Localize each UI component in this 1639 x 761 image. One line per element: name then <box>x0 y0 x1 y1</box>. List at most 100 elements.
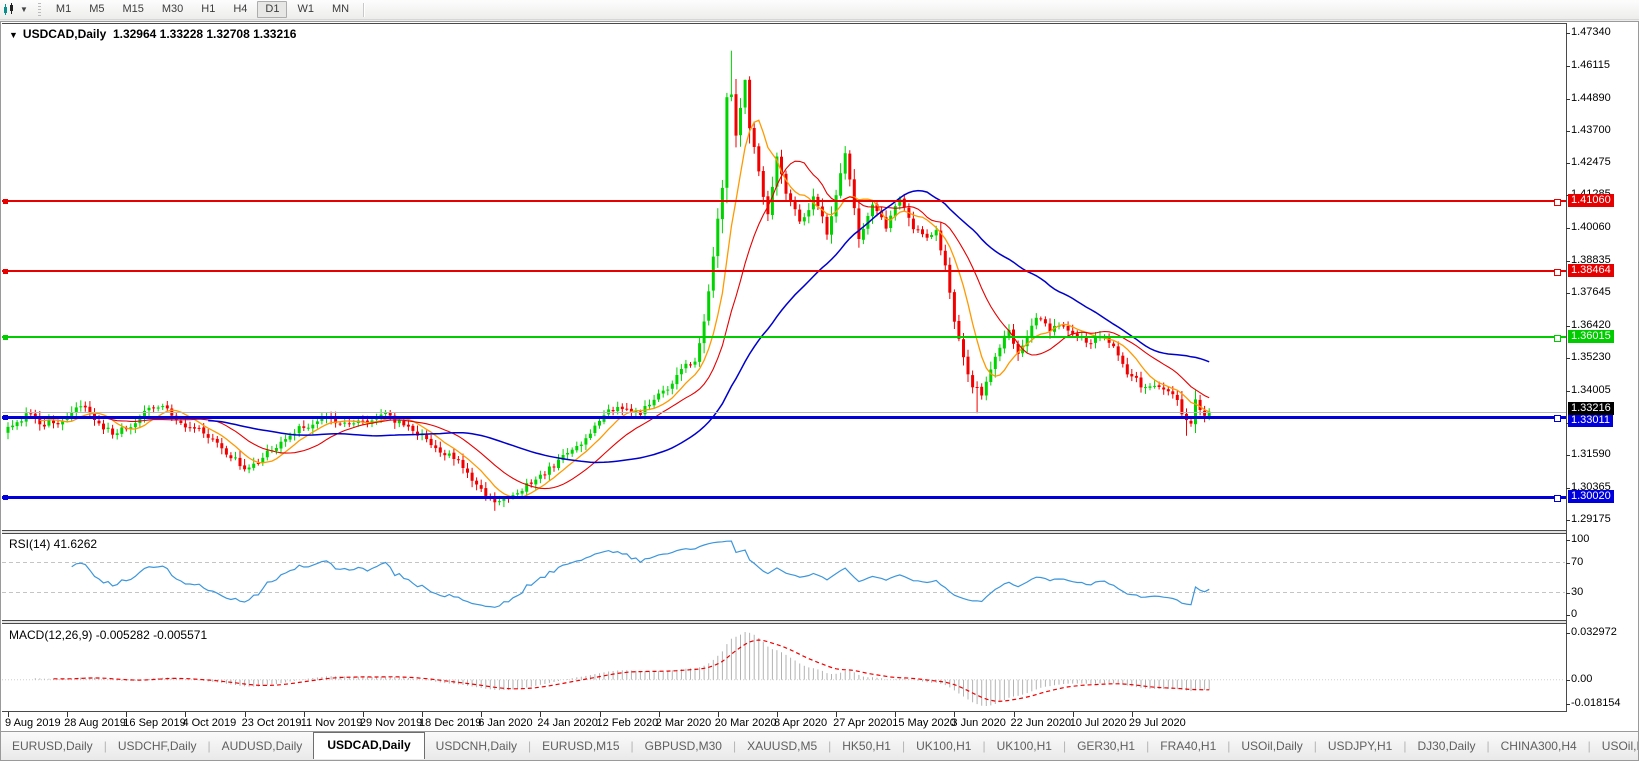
line-anchor-right[interactable] <box>1554 415 1561 423</box>
date-axis-label: 29 Jul 2020 <box>1128 717 1186 729</box>
timeframe-button-mn[interactable]: MN <box>324 1 357 18</box>
chart-tab-usdjpy-h1[interactable]: USDJPY,H1 <box>1317 735 1403 757</box>
price-axis-label: 1.37645 <box>1571 285 1611 298</box>
chart-tab-hk50-h1[interactable]: HK50,H1 <box>831 735 902 757</box>
horizontal-line-1.41060[interactable] <box>2 200 1566 203</box>
line-anchor-right[interactable] <box>1554 334 1561 342</box>
macd-pane-bottom-border <box>2 711 1566 712</box>
date-axis-label: 22 Jun 2020 <box>1010 717 1072 729</box>
timeframe-button-w1[interactable]: W1 <box>289 1 322 18</box>
macd-axis-label: 0.032972 <box>1571 626 1617 638</box>
timeframe-button-m1[interactable]: M1 <box>48 1 79 18</box>
chart-tab-xauusd-m5[interactable]: XAUUSD,M5 <box>736 735 828 757</box>
line-price-label: 1.30020 <box>1568 490 1614 504</box>
date-axis-label: 2 Mar 2020 <box>655 717 712 729</box>
rsi-canvas[interactable] <box>2 534 1565 620</box>
macd-indicator-label: MACD(12,26,9) -0.005282 -0.005571 <box>9 628 208 642</box>
line-anchor-right[interactable] <box>1554 199 1561 207</box>
price-axis-label: 1.47340 <box>1571 26 1611 38</box>
date-axis-label: 20 Mar 2020 <box>714 717 777 729</box>
chart-type-icon[interactable] <box>1 2 19 17</box>
timeframe-button-m5[interactable]: M5 <box>81 1 112 18</box>
chart-tabs: EURUSD,Daily | USDCHF,Daily | AUDUSD,Daily US… <box>1 732 1638 759</box>
chart-tab-fra40-h1[interactable]: FRA40,H1 <box>1149 735 1227 757</box>
line-anchor-left[interactable] <box>3 268 8 274</box>
date-axis-label: 8 Apr 2020 <box>773 717 828 729</box>
macd-axis-tick <box>1566 679 1570 681</box>
chart-ohlc-values: 1.32964 1.33228 1.32708 1.33216 <box>112 27 297 41</box>
chart-tab-dj30-daily[interactable]: DJ30,Daily <box>1406 735 1486 757</box>
date-axis-label: 29 Nov 2019 <box>359 717 423 729</box>
price-axis-tick <box>1566 261 1570 263</box>
horizontal-line-1.33011[interactable] <box>2 415 1566 419</box>
chart-symbol: USDCAD,Daily <box>22 27 107 41</box>
timeframe-toolbar: ▼ M1 M5 M15 M30 H1 H4 D1 W1 MN <box>0 0 1639 20</box>
timeframe-button-d1[interactable]: D1 <box>257 1 288 18</box>
chart-tab-bar: EURUSD,Daily | USDCHF,Daily | AUDUSD,Daily US… <box>1 731 1638 760</box>
price-axis-tick <box>1566 390 1570 392</box>
timeframe-button-h1[interactable]: H1 <box>193 1 223 18</box>
price-axis-tick <box>1566 292 1570 294</box>
price-axis-line <box>1566 23 1567 712</box>
chart-tab-uk100-h1[interactable]: UK100,H1 <box>905 735 982 757</box>
date-axis-label: 15 May 2020 <box>892 717 956 729</box>
price-axis-label: 1.29175 <box>1571 513 1611 525</box>
line-price-label: 1.33011 <box>1568 414 1613 428</box>
chart-tab-eurusd-m15[interactable]: EURUSD,M15 <box>531 735 630 757</box>
timeframe-button-h4[interactable]: H4 <box>225 1 255 18</box>
line-anchor-left[interactable] <box>3 415 8 421</box>
timeframe-button-m30[interactable]: M30 <box>154 1 191 18</box>
horizontal-line-1.36015[interactable] <box>2 335 1566 338</box>
price-axis-label: 1.42475 <box>1571 156 1611 169</box>
rsi-axis-tick <box>1566 540 1570 541</box>
chart-tab-usdchf-daily[interactable]: USDCHF,Daily <box>107 735 208 757</box>
date-axis-label: 23 Oct 2019 <box>241 717 302 729</box>
price-axis-label: 1.43700 <box>1571 123 1611 136</box>
chart-tab-ger30-h1[interactable]: GER30,H1 <box>1066 735 1146 757</box>
line-anchor-left[interactable] <box>3 334 8 340</box>
price-axis-tick <box>1566 520 1570 521</box>
chart-tab-usdcnh-daily[interactable]: USDCNH,Daily <box>425 735 528 757</box>
chart-title: ▼ USDCAD,Daily 1.32964 1.33228 1.32708 1.… <box>9 27 296 41</box>
price-axis-label: 1.44890 <box>1571 91 1611 104</box>
macd-axis-label: 0.00 <box>1571 672 1593 685</box>
chart-tab-usdcad-daily[interactable]: USDCAD,Daily <box>313 732 425 759</box>
chevron-down-icon[interactable]: ▼ <box>20 5 28 14</box>
chart-tab-uk100-h1[interactable]: UK100,H1 <box>986 735 1063 757</box>
timeframe-button-m15[interactable]: M15 <box>114 1 151 18</box>
chart-tab-audusd-daily[interactable]: AUDUSD,Daily <box>211 735 314 757</box>
horizontal-line-1.30020[interactable] <box>2 495 1566 499</box>
macd-canvas[interactable] <box>2 624 1565 711</box>
price-axis-label: 1.34005 <box>1571 383 1611 396</box>
symbol-dropdown-icon[interactable]: ▼ <box>9 30 18 40</box>
chart-tab-usoil-daily[interactable]: USOil,Daily <box>1230 735 1313 757</box>
date-axis-label: 10 Jul 2020 <box>1069 717 1127 729</box>
line-anchor-right[interactable] <box>1554 495 1561 503</box>
price-axis-tick <box>1566 488 1570 490</box>
price-axis-tick <box>1566 33 1570 34</box>
line-anchor-left[interactable] <box>3 495 8 501</box>
chart-tab-china300-h4[interactable]: CHINA300,H4 <box>1490 735 1588 757</box>
line-price-label: 1.36015 <box>1568 329 1614 343</box>
chart-tab-usoil-h[interactable]: USOil,H <box>1591 735 1638 757</box>
rsi-axis-tick <box>1566 592 1570 594</box>
line-anchor-left[interactable] <box>3 199 8 205</box>
chart-tab-eurusd-daily[interactable]: EURUSD,Daily <box>1 735 104 757</box>
horizontal-line-1.38464[interactable] <box>2 269 1566 272</box>
price-chart-canvas[interactable] <box>2 23 1565 530</box>
date-axis-label: 11 Nov 2019 <box>300 717 363 729</box>
price-axis-label: 1.46115 <box>1571 58 1610 71</box>
rsi-axis-label: 0 <box>1571 608 1578 620</box>
line-price-label: 1.41060 <box>1568 194 1614 208</box>
date-axis-label: 3 Jun 2020 <box>951 717 1006 729</box>
rsi-axis-tick <box>1566 562 1570 564</box>
current-price-line <box>2 411 1566 413</box>
chart-tab-gbpusd-m30[interactable]: GBPUSD,M30 <box>634 735 733 757</box>
price-axis-tick <box>1566 325 1570 327</box>
rsi-axis-label: 70 <box>1571 555 1584 568</box>
toolbar-grip <box>35 3 43 16</box>
toolbar-separator <box>363 2 366 17</box>
line-anchor-right[interactable] <box>1554 268 1561 276</box>
date-axis-label: 12 Feb 2020 <box>596 717 659 729</box>
rsi-axis-label: 100 <box>1571 533 1590 545</box>
